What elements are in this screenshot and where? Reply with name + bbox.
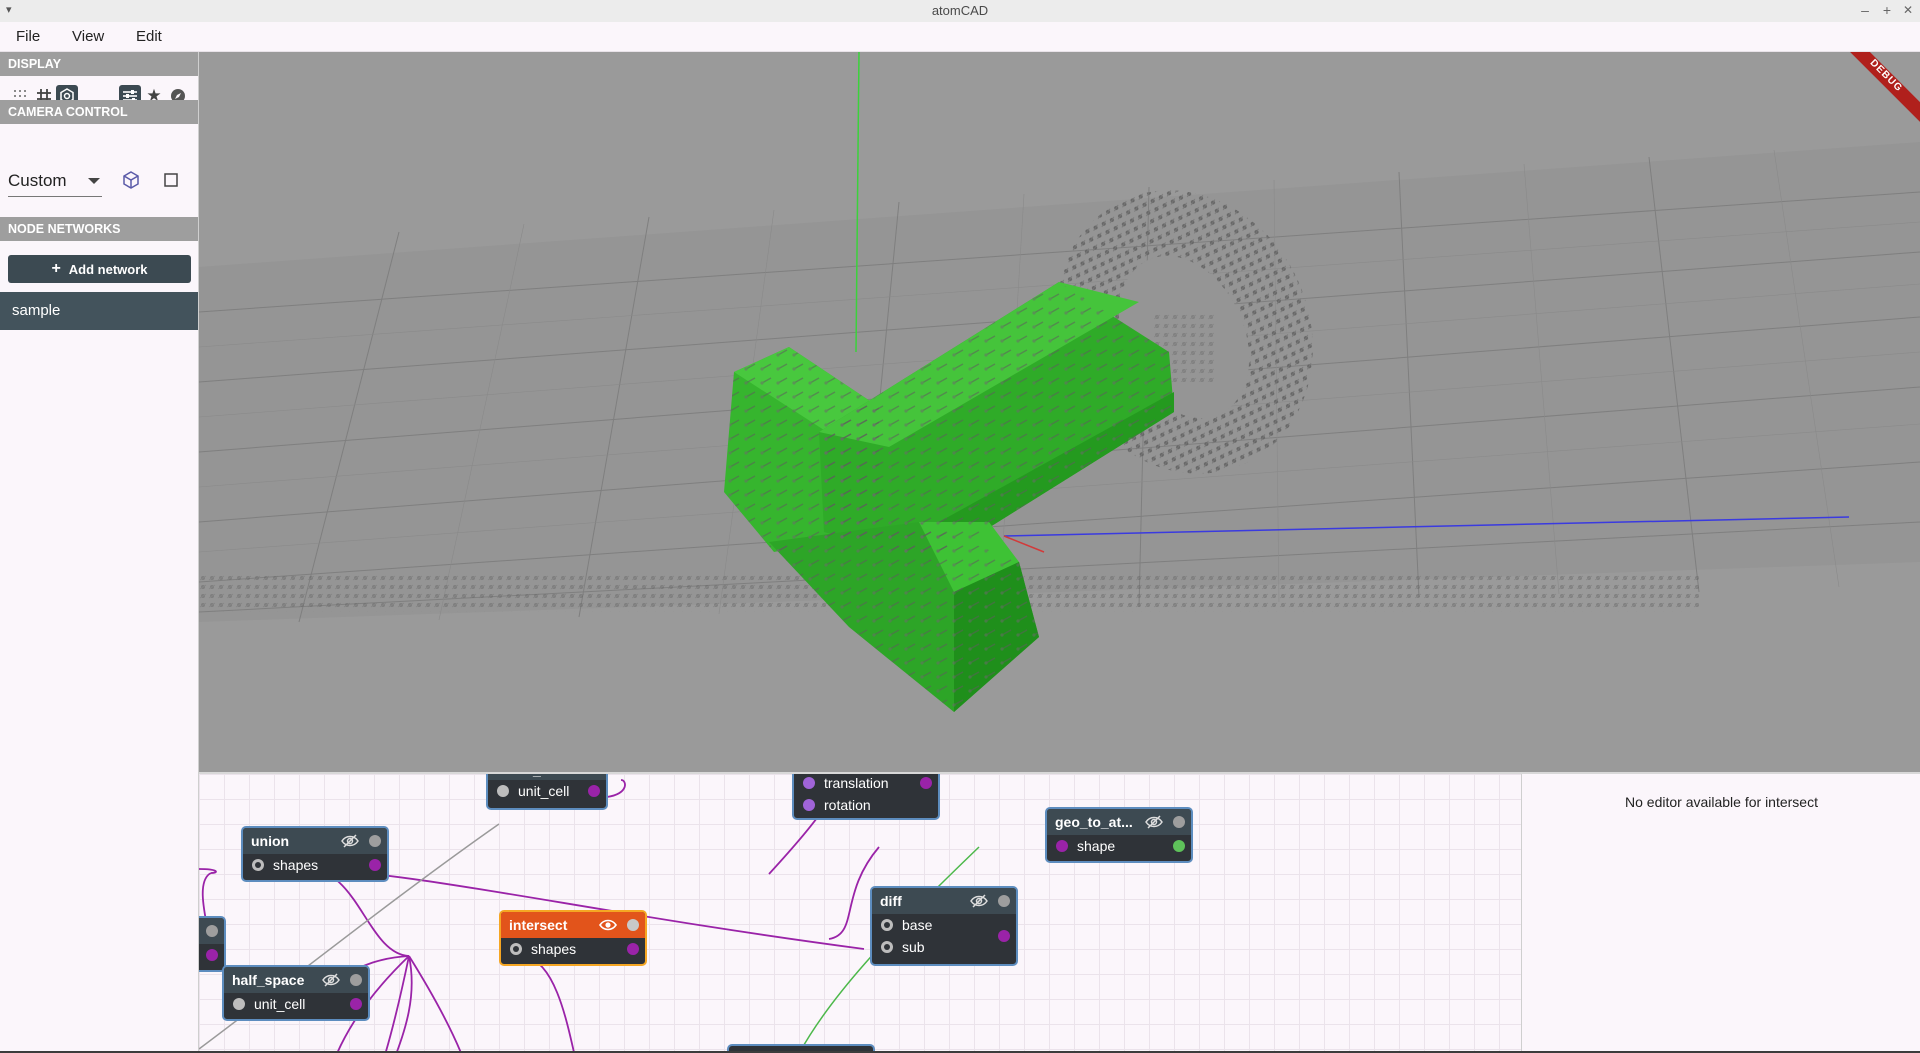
minimize-icon[interactable]: – xyxy=(1858,2,1872,18)
perspective-cube-icon[interactable] xyxy=(120,169,142,191)
node-status-dot[interactable] xyxy=(206,925,218,937)
node-networks-header: NODE NETWORKS xyxy=(0,217,198,241)
node-output-row[interactable] xyxy=(199,944,224,966)
node-properties-panel: No editor available for intersect xyxy=(1521,774,1920,1053)
input-pin[interactable] xyxy=(803,777,815,789)
camera-mode-value: Custom xyxy=(8,171,67,190)
camera-mode-dropdown[interactable]: Custom xyxy=(8,166,102,197)
node-input-unit-cell[interactable]: unit_cell xyxy=(488,780,606,802)
output-pin[interactable] xyxy=(1173,840,1185,852)
node-input-base[interactable]: base xyxy=(872,914,1016,936)
node-diff[interactable]: diff base sub xyxy=(870,886,1018,966)
node-title: diff xyxy=(880,893,902,909)
node-half-space[interactable]: half_space unit_cell xyxy=(222,965,370,1021)
input-pin[interactable] xyxy=(1056,840,1068,852)
input-pin[interactable] xyxy=(510,943,522,955)
menu-file[interactable]: File xyxy=(16,28,40,45)
input-pin[interactable] xyxy=(252,859,264,871)
node-input-shape[interactable]: shape xyxy=(1047,835,1191,857)
eye-off-icon[interactable] xyxy=(970,890,988,916)
node-status-dot[interactable] xyxy=(998,895,1010,907)
input-label: shapes xyxy=(273,857,319,873)
add-network-label: Add network xyxy=(68,261,148,277)
node-header: diff xyxy=(872,888,1016,914)
input-label: translation xyxy=(824,775,889,791)
eye-icon[interactable] xyxy=(599,914,617,940)
sidebar: DISPLAY ★ CAMERA CONTROL Custom NODE NET… xyxy=(0,52,199,1053)
node-input-sub[interactable]: sub xyxy=(872,930,1016,958)
input-label: shape xyxy=(1077,838,1116,854)
camera-control-header: CAMERA CONTROL xyxy=(0,100,198,124)
node-intersect[interactable]: intersect shapes xyxy=(499,910,647,966)
node-union[interactable]: union shapes xyxy=(241,826,389,882)
scene-render xyxy=(199,52,1920,712)
input-pin[interactable] xyxy=(233,998,245,1010)
node-input-shapes[interactable]: shapes xyxy=(501,938,645,960)
output-pin[interactable] xyxy=(369,859,381,871)
output-pin[interactable] xyxy=(588,785,600,797)
node-status-dot[interactable] xyxy=(627,919,639,931)
no-editor-message: No editor available for intersect xyxy=(1625,794,1818,810)
node-unit-cell-source[interactable]: _ unit_cell xyxy=(486,774,608,810)
menu-view[interactable]: View xyxy=(72,28,104,45)
eye-off-icon[interactable] xyxy=(1145,811,1163,837)
3d-viewport[interactable]: DEBUG xyxy=(199,52,1920,772)
window-title: atomCAD xyxy=(931,3,989,18)
close-icon[interactable]: ✕ xyxy=(1901,3,1915,17)
node-input-translation[interactable]: translation xyxy=(794,774,938,794)
input-label: sub xyxy=(902,939,925,955)
input-label: unit_cell xyxy=(254,996,306,1012)
node-title: half_space xyxy=(232,972,305,988)
node-header: geo_to_at... xyxy=(1047,809,1191,835)
node-title: intersect xyxy=(509,917,568,933)
node-status-dot[interactable] xyxy=(369,835,381,847)
orthographic-square-icon[interactable] xyxy=(160,169,182,191)
network-item-sample[interactable]: sample xyxy=(0,292,198,330)
node-input-shapes[interactable]: shapes xyxy=(243,854,387,876)
output-pin[interactable] xyxy=(920,777,932,789)
node-title: union xyxy=(251,833,290,849)
input-pin[interactable] xyxy=(803,799,815,811)
maximize-icon[interactable]: + xyxy=(1880,2,1894,18)
menu-bar: File View Edit xyxy=(0,22,1920,52)
node-header: intersect xyxy=(501,912,645,938)
input-label: rotation xyxy=(824,797,871,813)
output-pin[interactable] xyxy=(206,949,218,961)
node-title: geo_to_at... xyxy=(1055,814,1133,830)
input-pin[interactable] xyxy=(881,919,893,931)
input-pin[interactable] xyxy=(881,941,893,953)
add-network-button[interactable]: + Add network xyxy=(8,255,191,283)
input-label: shapes xyxy=(531,941,577,957)
node-editor[interactable]: _ unit_cell translation rotation union xyxy=(199,774,1521,1053)
node-input-rotation[interactable]: rotation xyxy=(794,794,938,816)
node-header: union xyxy=(243,828,387,854)
node-status-dot[interactable] xyxy=(350,974,362,986)
output-pin[interactable] xyxy=(627,943,639,955)
output-pin[interactable] xyxy=(998,930,1010,942)
input-label: base xyxy=(902,917,933,933)
eye-off-icon[interactable] xyxy=(341,830,359,856)
eye-off-icon[interactable] xyxy=(322,969,340,995)
node-status-dot[interactable] xyxy=(1173,816,1185,828)
input-pin[interactable] xyxy=(497,785,509,797)
node-input-unit-cell[interactable]: unit_cell xyxy=(224,993,368,1015)
menu-edit[interactable]: Edit xyxy=(136,28,162,45)
input-label: unit_cell xyxy=(518,783,570,799)
node-header xyxy=(199,918,224,944)
plus-icon: + xyxy=(51,260,61,277)
window-titlebar: ▾ atomCAD – + ✕ xyxy=(0,0,1920,23)
node-offscreen-left[interactable] xyxy=(199,916,226,972)
node-geo-to-atom[interactable]: geo_to_at... shape xyxy=(1045,807,1193,863)
node-header: half_space xyxy=(224,967,368,993)
output-pin[interactable] xyxy=(350,998,362,1010)
node-transform[interactable]: translation rotation xyxy=(792,774,940,820)
chevron-down-icon xyxy=(88,178,100,184)
display-header: DISPLAY xyxy=(0,52,198,76)
